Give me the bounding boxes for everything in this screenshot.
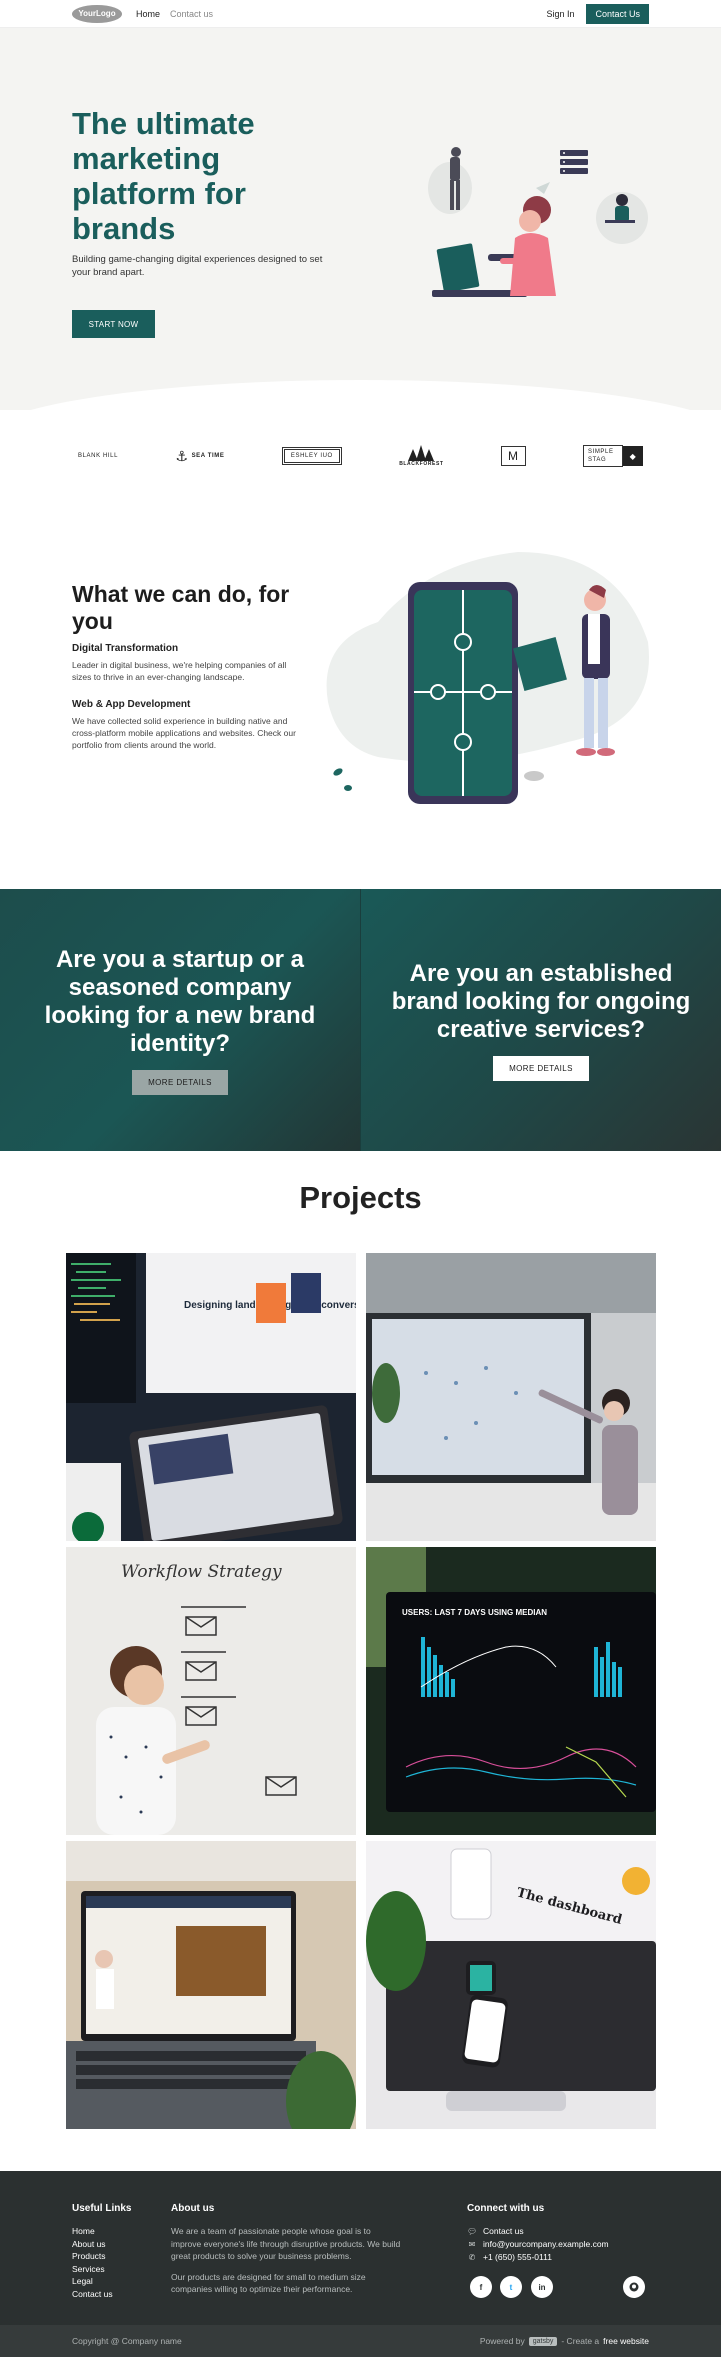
hero-subtitle: Building game-changing digital experienc… bbox=[72, 254, 323, 278]
dashboard-mockup-photo: The dashboard bbox=[365, 1841, 656, 2129]
footer-connect-title: Connect with us bbox=[467, 2203, 545, 2214]
puzzle-phone-illustration bbox=[326, 552, 649, 804]
start-now-button[interactable]: START NOW bbox=[72, 310, 155, 338]
linkedin-icon[interactable]: in bbox=[531, 2276, 553, 2298]
sign-in-link[interactable]: Sign In bbox=[546, 9, 574, 19]
cta-panel-established: Are you an established brand looking for… bbox=[360, 889, 721, 1151]
services-section: What we can do, for you Digital Transfor… bbox=[0, 502, 721, 889]
footer-link-products[interactable]: Products bbox=[72, 2250, 131, 2263]
chat-icon: 💬︎ bbox=[467, 2227, 478, 2236]
hero-section: The ultimate marketing platform for bran… bbox=[0, 28, 721, 410]
projects-section: Projects Designing landing pages for con… bbox=[0, 1151, 721, 2171]
footer-contact-item[interactable]: 💬︎ Contact us bbox=[467, 2225, 609, 2238]
top-nav: YourLogo Home Contact us Sign In Contact… bbox=[0, 0, 721, 28]
sub-footer: Copyright @ Company name Powered by gats… bbox=[0, 2325, 721, 2357]
nav-links: Home Contact us bbox=[136, 9, 213, 19]
presentation-screen-photo bbox=[365, 1253, 656, 1541]
more-details-button-startup[interactable]: MORE DETAILS bbox=[132, 1069, 228, 1095]
anchor-icon: ⚓ bbox=[175, 447, 189, 464]
footer-useful-links-title: Useful Links bbox=[72, 2203, 132, 2214]
footer-about-text: We are a team of passionate people whose… bbox=[171, 2226, 401, 2261]
footer-phone-item[interactable]: ✆ +1 (650) 555-0111 bbox=[467, 2251, 609, 2264]
hero-illustration bbox=[428, 147, 648, 297]
project-card-analytics[interactable]: USERS: LAST 7 DAYS USING MEDIAN bbox=[365, 1547, 656, 1835]
cta-startup-text: Are you a startup or a seasoned company … bbox=[44, 945, 316, 1057]
github-mark-icon bbox=[629, 2282, 639, 2292]
service-heading-digital: Digital Transformation bbox=[72, 643, 179, 654]
project-card-dashboard[interactable]: The dashboard bbox=[365, 1841, 656, 2129]
footer-useful-links: Useful Links Home About us Products Serv… bbox=[72, 2203, 131, 2300]
cta-panel-startup: Are you a startup or a seasoned company … bbox=[0, 889, 360, 1151]
footer-link-legal[interactable]: Legal bbox=[72, 2275, 131, 2288]
nav-actions: Sign In Contact Us bbox=[546, 3, 649, 24]
stag-icon: ◆ bbox=[622, 446, 643, 466]
service-heading-web: Web & App Development bbox=[72, 699, 191, 710]
brand-logo-simple-stag: SIMPLE STAG ◆ bbox=[582, 445, 643, 467]
footer-about: About us We are a team of passionate peo… bbox=[171, 2203, 401, 2296]
project-caption-analytics: USERS: LAST 7 DAYS USING MEDIAN bbox=[402, 1608, 547, 1617]
service-text-digital: Leader in digital business, we're helpin… bbox=[72, 660, 287, 682]
hero-title: The ultimate marketing platform for bran… bbox=[72, 106, 255, 246]
mail-icon: ✉ bbox=[468, 2240, 476, 2249]
brand-logo-blank-hill: BLANK HILL bbox=[78, 453, 119, 459]
hero-divider bbox=[0, 380, 721, 410]
phone-icon: ✆ bbox=[468, 2253, 476, 2262]
facebook-icon[interactable]: f bbox=[470, 2276, 492, 2298]
copyright-text: Copyright @ Company name bbox=[72, 2336, 182, 2346]
footer-link-home[interactable]: Home bbox=[72, 2225, 131, 2238]
twitter-icon[interactable]: t bbox=[500, 2276, 522, 2298]
footer-about-text-2: Our products are designed for small to m… bbox=[171, 2271, 366, 2295]
gatsby-badge[interactable]: gatsby bbox=[528, 2336, 558, 2346]
cta-established-text: Are you an established brand looking for… bbox=[391, 959, 691, 1043]
footer-about-title: About us bbox=[171, 2203, 215, 2214]
projects-grid: Designing landing pages for conversion bbox=[65, 1253, 656, 2171]
project-caption-workflow: Workflow Strategy bbox=[121, 1562, 282, 1582]
project-card-presentation[interactable] bbox=[365, 1253, 656, 1541]
service-text-web: We have collected solid experience in bu… bbox=[72, 716, 296, 750]
brand-logo-blackforest: BLACKFOREST bbox=[399, 445, 443, 467]
projects-title: Projects bbox=[299, 1180, 422, 1215]
logo[interactable]: YourLogo bbox=[72, 4, 122, 23]
laptop-website-photo bbox=[65, 1841, 356, 2129]
footer-connect: Connect with us 💬︎ Contact us ✉ info@you… bbox=[467, 2203, 609, 2264]
powered-by: Powered by gatsby - Create a free websit… bbox=[479, 2336, 649, 2346]
nav-contact-link[interactable]: Contact us bbox=[170, 9, 213, 19]
contact-us-button[interactable]: Contact Us bbox=[586, 3, 649, 24]
github-icon[interactable] bbox=[623, 2276, 645, 2298]
trees-icon bbox=[408, 445, 435, 461]
free-website-link[interactable]: free website bbox=[603, 2336, 649, 2346]
project-card-landing-pages[interactable]: Designing landing pages for conversion bbox=[65, 1253, 356, 1541]
services-title: What we can do, for you bbox=[72, 581, 290, 634]
nav-home-link[interactable]: Home bbox=[136, 9, 160, 19]
footer-link-contact[interactable]: Contact us bbox=[72, 2288, 131, 2301]
brand-logo-eshley: ESHLEY IUO bbox=[281, 447, 342, 465]
footer-link-about[interactable]: About us bbox=[72, 2238, 131, 2251]
analytics-dashboard-photo: USERS: LAST 7 DAYS USING MEDIAN bbox=[365, 1547, 656, 1835]
footer-email-item[interactable]: ✉ info@yourcompany.example.com bbox=[467, 2238, 609, 2251]
laptop-tablet-photo: Designing landing pages for conversion bbox=[65, 1253, 356, 1541]
project-card-website[interactable] bbox=[65, 1841, 356, 2129]
brand-logos: BLANK HILL ⚓ SEA TIME ESHLEY IUO BLACKFO… bbox=[0, 410, 721, 502]
more-details-button-established[interactable]: MORE DETAILS bbox=[493, 1055, 589, 1081]
cta-section: Are you a startup or a seasoned company … bbox=[0, 889, 721, 1151]
footer-link-services[interactable]: Services bbox=[72, 2263, 131, 2276]
project-card-workflow[interactable]: Workflow Strategy bbox=[65, 1547, 356, 1835]
brand-logo-sea-time: ⚓ SEA TIME bbox=[175, 447, 225, 464]
brand-logo-montreal: M bbox=[500, 446, 526, 466]
footer: Useful Links Home About us Products Serv… bbox=[0, 2171, 721, 2325]
whiteboard-photo: Workflow Strategy bbox=[65, 1547, 356, 1835]
